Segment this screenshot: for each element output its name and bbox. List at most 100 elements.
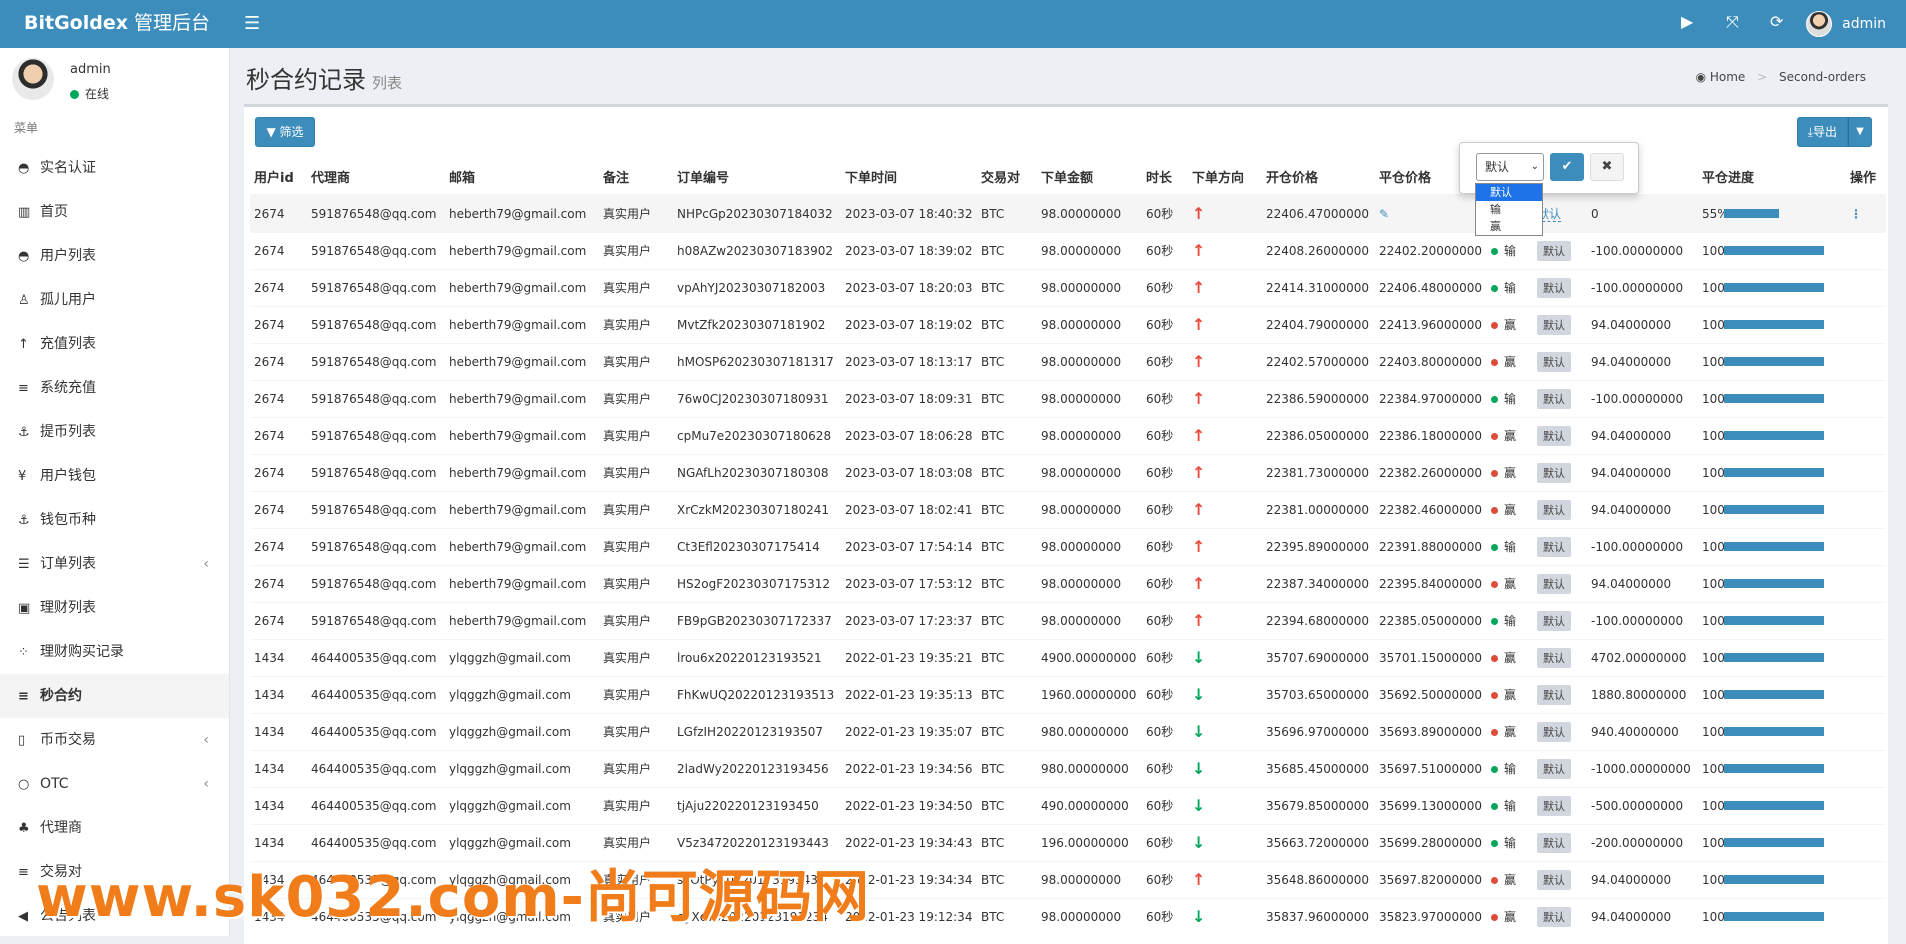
close-price-cell: 35693.89000000 — [1375, 712, 1487, 750]
table-row[interactable]: 2674 591876548@qq.com heberth79@gmail.com 真… — [250, 231, 1886, 269]
order-no-cell: lrou6x20220123193521 — [673, 638, 841, 676]
select-option[interactable]: 赢 — [1476, 218, 1542, 235]
sidebar-item-label: 秒合约 — [40, 688, 82, 704]
sidebar-item-agents[interactable]: ♣ 代理商 — [0, 806, 229, 850]
user-menu[interactable]: admin — [1806, 10, 1886, 38]
direction-cell: ↑ — [1188, 860, 1262, 898]
sidebar-item-coin-trade[interactable]: ▯ 币币交易 ‹ — [0, 718, 229, 762]
sidebar-item-real-name[interactable]: ◓ 实名认证 — [0, 146, 229, 190]
sidebar-item-finance-records[interactable]: ⁘ 理财购买记录 — [0, 630, 229, 674]
user-id-cell: 2674 — [250, 453, 307, 491]
table-row[interactable]: 1434 464400535@qq.com ylqggzh@gmail.com 真实用… — [250, 638, 1886, 676]
select-option[interactable]: 默认 — [1476, 184, 1542, 201]
sidebar-item-orders[interactable]: ☰ 订单列表 ‹ — [0, 542, 229, 586]
table-row[interactable]: 1434 464400535@qq.com ylqggzh@gmail.com 真实用… — [250, 749, 1886, 787]
refresh-icon[interactable]: ⟳ — [1770, 12, 1783, 31]
direction-cell: ↑ — [1188, 564, 1262, 602]
orders-table: 用户id 代理商 邮箱 备注 订单编号 下单时间 交易对 下单金额 时长 下单方向 开仓价格 平仓价格… — [250, 159, 1886, 935]
more-actions-icon[interactable]: ⋮ — [1850, 207, 1862, 221]
sidebar-item-users[interactable]: ◓ 用户列表 — [0, 234, 229, 278]
select-option[interactable]: 输 — [1476, 201, 1542, 218]
user-name: admin — [70, 62, 111, 77]
confirm-button[interactable]: ✔ — [1550, 153, 1584, 181]
amount-cell: 4900.00000000 — [1037, 638, 1142, 676]
status-dot-icon — [1491, 729, 1498, 736]
sidebar-item-recharge-list-icon: ↑ — [18, 337, 29, 352]
sidebar-item-recharge-list[interactable]: ↑ 充值列表 — [0, 322, 229, 366]
mode-cell: 默认 — [1533, 379, 1587, 417]
email-cell: ylqggzh@gmail.com — [445, 749, 599, 787]
mode-badge: 默认 — [1537, 795, 1571, 816]
table-row[interactable]: 2674 591876548@qq.com heberth79@gmail.com 真… — [250, 379, 1886, 417]
result-select[interactable]: 默认 ⌄ — [1476, 153, 1544, 181]
sidebar-item-otc[interactable]: ○ OTC ‹ — [0, 762, 229, 806]
table-row[interactable]: 1434 464400535@qq.com ylqggzh@gmail.com 真实用… — [250, 786, 1886, 824]
progress-percent: 100% — [1702, 872, 1724, 887]
actions-cell — [1846, 231, 1886, 269]
fullscreen-icon[interactable]: ⤧ — [1726, 12, 1739, 32]
progress-percent: 55% — [1702, 206, 1724, 221]
table-row[interactable]: 2674 591876548@qq.com heberth79@gmail.com 真… — [250, 305, 1886, 343]
sidebar-item-label: 理财购买记录 — [40, 644, 124, 660]
filter-button[interactable]: ▼ 筛选 — [255, 117, 315, 147]
sidebar-item-user-wallet[interactable]: ¥ 用户钱包 — [0, 454, 229, 498]
user-id-cell: 2674 — [250, 564, 307, 602]
export-dropdown-toggle[interactable]: ▼ — [1848, 117, 1872, 147]
pair-cell: BTC — [977, 749, 1037, 787]
order-no-cell: hMOSP620230307181317 — [673, 342, 841, 380]
order-time-cell: 2023-03-07 18:39:02 — [841, 231, 977, 269]
table-row[interactable]: 2674 591876548@qq.com heberth79@gmail.com 真… — [250, 194, 1886, 232]
progress-percent: 100% — [1702, 798, 1724, 813]
column-header: 备注 — [599, 159, 673, 196]
open-price-cell: 35837.96000000 — [1262, 897, 1375, 935]
open-price-cell: 22404.79000000 — [1262, 305, 1375, 343]
user-id-cell: 1434 — [250, 786, 307, 824]
amount-cell: 1960.00000000 — [1037, 675, 1142, 713]
table-row[interactable]: 2674 591876548@qq.com heberth79@gmail.com 真… — [250, 268, 1886, 306]
table-row[interactable]: 1434 464400535@qq.com ylqggzh@gmail.com 真实用… — [250, 675, 1886, 713]
duration-cell: 60秒 — [1142, 194, 1188, 232]
table-row[interactable]: 2674 591876548@qq.com heberth79@gmail.com 真… — [250, 527, 1886, 565]
table-row[interactable]: 2674 591876548@qq.com heberth79@gmail.com 真… — [250, 453, 1886, 491]
status-dot-icon — [1491, 248, 1498, 255]
actions-cell — [1846, 268, 1886, 306]
sidebar-toggle-icon[interactable]: ☰ — [244, 13, 260, 34]
breadcrumb-home[interactable]: Home — [1710, 70, 1745, 84]
sidebar-item-label: 首页 — [40, 204, 68, 220]
sidebar-item-system-recharge[interactable]: ≡ 系统充值 — [0, 366, 229, 410]
sidebar-item-orphan-users[interactable]: ♙ 孤儿用户 — [0, 278, 229, 322]
email-cell: heberth79@gmail.com — [445, 268, 599, 306]
sidebar-item-finance-list[interactable]: ▣ 理财列表 — [0, 586, 229, 630]
table-row[interactable]: 2674 591876548@qq.com heberth79@gmail.com 真… — [250, 564, 1886, 602]
open-price-cell: 22386.59000000 — [1262, 379, 1375, 417]
cancel-button[interactable]: ✖ — [1590, 153, 1624, 181]
app-logo[interactable]: BitGoldex 管理后台 — [0, 0, 230, 48]
sidebar-item-withdraw-list[interactable]: ⚓ 提币列表 — [0, 410, 229, 454]
progress-bar — [1724, 690, 1824, 699]
table-row[interactable]: 1434 464400535@qq.com ylqggzh@gmail.com 真实用… — [250, 712, 1886, 750]
arrow-up-icon: ↑ — [1192, 426, 1206, 445]
order-no-cell: NHPcGp20230307184032 — [673, 194, 841, 232]
sidebar-item-second-contract[interactable]: ≡ 秒合约 — [0, 674, 229, 718]
sidebar-item-home[interactable]: ▥ 首页 — [0, 190, 229, 234]
table-row[interactable]: 2674 591876548@qq.com heberth79@gmail.com 真… — [250, 342, 1886, 380]
sidebar-item-real-name-icon: ◓ — [18, 161, 30, 176]
filter-icon: ▼ — [266, 125, 276, 139]
order-time-cell: 2023-03-07 17:53:12 — [841, 564, 977, 602]
open-price-cell: 22406.47000000 — [1262, 194, 1375, 232]
mode-cell: 默认 — [1533, 601, 1587, 639]
arrow-up-icon: ↑ — [1192, 463, 1206, 482]
table-row[interactable]: 2674 591876548@qq.com heberth79@gmail.com 真… — [250, 601, 1886, 639]
mode-cell: 默认 — [1533, 490, 1587, 528]
result-cell: 输 — [1487, 749, 1533, 787]
table-row[interactable]: 2674 591876548@qq.com heberth79@gmail.com 真… — [250, 490, 1886, 528]
sidebar-item-wallet-currency[interactable]: ⚓ 钱包币种 — [0, 498, 229, 542]
play-icon[interactable]: ▶ — [1681, 12, 1693, 31]
pnl-cell: -100.00000000 — [1587, 231, 1698, 269]
agent-cell: 591876548@qq.com — [307, 490, 445, 528]
export-button[interactable]: ⤓导出 — [1796, 117, 1848, 147]
email-cell: heberth79@gmail.com — [445, 601, 599, 639]
edit-icon[interactable]: ✎ — [1379, 207, 1389, 221]
table-row[interactable]: 2674 591876548@qq.com heberth79@gmail.com 真… — [250, 416, 1886, 454]
direction-cell: ↓ — [1188, 712, 1262, 750]
